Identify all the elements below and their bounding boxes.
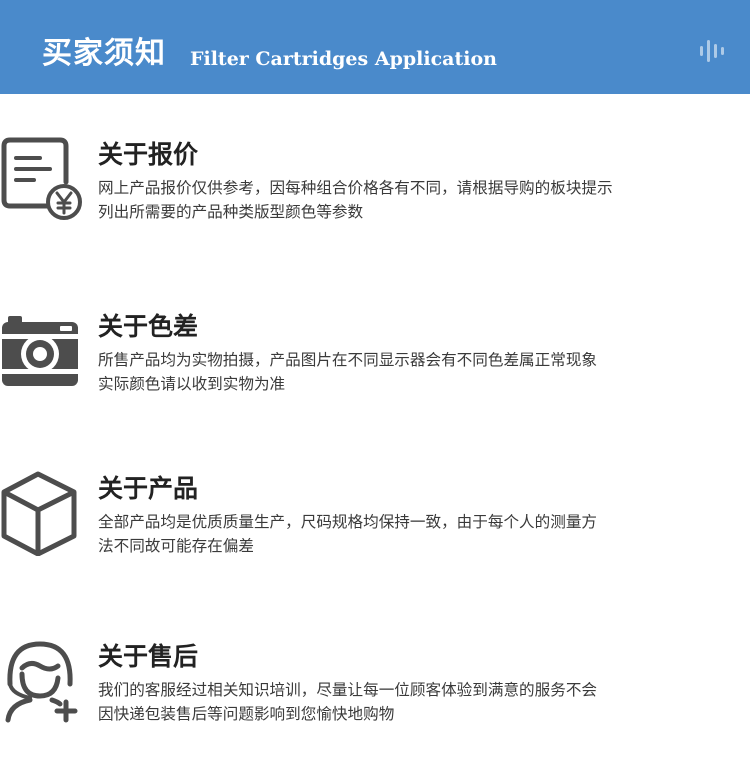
- section-title: 关于报价: [98, 140, 199, 169]
- section-title: 关于售后: [98, 642, 199, 671]
- section-description: 网上产品报价仅供参考，因每种组合价格各有不同，请根据导购的板块提示 列出所需要的…: [98, 176, 750, 224]
- customer-service-person-plus-icon: [5, 641, 78, 723]
- section-line: 法不同故可能存在偏差: [98, 537, 254, 555]
- page-subtitle: Filter Cartridges Application: [190, 48, 497, 70]
- section-title: 关于色差: [98, 312, 199, 341]
- section-line: 所售产品均为实物拍摄，产品图片在不同显示器会有不同色差属正常现象: [98, 351, 598, 369]
- section-line: 实际颜色请以收到实物为准: [98, 375, 286, 393]
- section-product: 关于产品 全部产品均是优质质量生产，尺码规格均保持一致，由于每个人的测量方 法不…: [0, 468, 750, 578]
- section-description: 所售产品均为实物拍摄，产品图片在不同显示器会有不同色差属正常现象 实际颜色请以收…: [98, 348, 750, 396]
- section-title: 关于产品: [98, 474, 199, 503]
- audio-wave-icon: [700, 40, 724, 62]
- camera-icon: [2, 316, 78, 386]
- section-line: 列出所需要的产品种类版型颜色等参数: [98, 203, 364, 221]
- price-tag-yen-document-icon: [1, 137, 82, 220]
- header-banner: 买家须知 Filter Cartridges Application: [0, 0, 750, 94]
- section-after-sales: 关于售后 我们的客服经过相关知识培训，尽量让每一位顾客体验到满意的服务不会 因快…: [0, 636, 750, 746]
- section-line: 因快递包装售后等问题影响到您愉快地购物: [98, 705, 395, 723]
- box-cube-icon: [1, 471, 77, 556]
- section-description: 全部产品均是优质质量生产，尺码规格均保持一致，由于每个人的测量方 法不同故可能存…: [98, 510, 750, 558]
- section-line: 我们的客服经过相关知识培训，尽量让每一位顾客体验到满意的服务不会: [98, 681, 598, 699]
- section-pricing: 关于报价 网上产品报价仅供参考，因每种组合价格各有不同，请根据导购的板块提示 列…: [0, 134, 750, 244]
- page-title: 买家须知: [42, 36, 166, 71]
- section-description: 我们的客服经过相关知识培训，尽量让每一位顾客体验到满意的服务不会 因快递包装售后…: [98, 678, 750, 726]
- section-line: 网上产品报价仅供参考，因每种组合价格各有不同，请根据导购的板块提示: [98, 179, 613, 197]
- section-line: 全部产品均是优质质量生产，尺码规格均保持一致，由于每个人的测量方: [98, 513, 598, 531]
- section-color-difference: 关于色差 所售产品均为实物拍摄，产品图片在不同显示器会有不同色差属正常现象 实际…: [0, 306, 750, 416]
